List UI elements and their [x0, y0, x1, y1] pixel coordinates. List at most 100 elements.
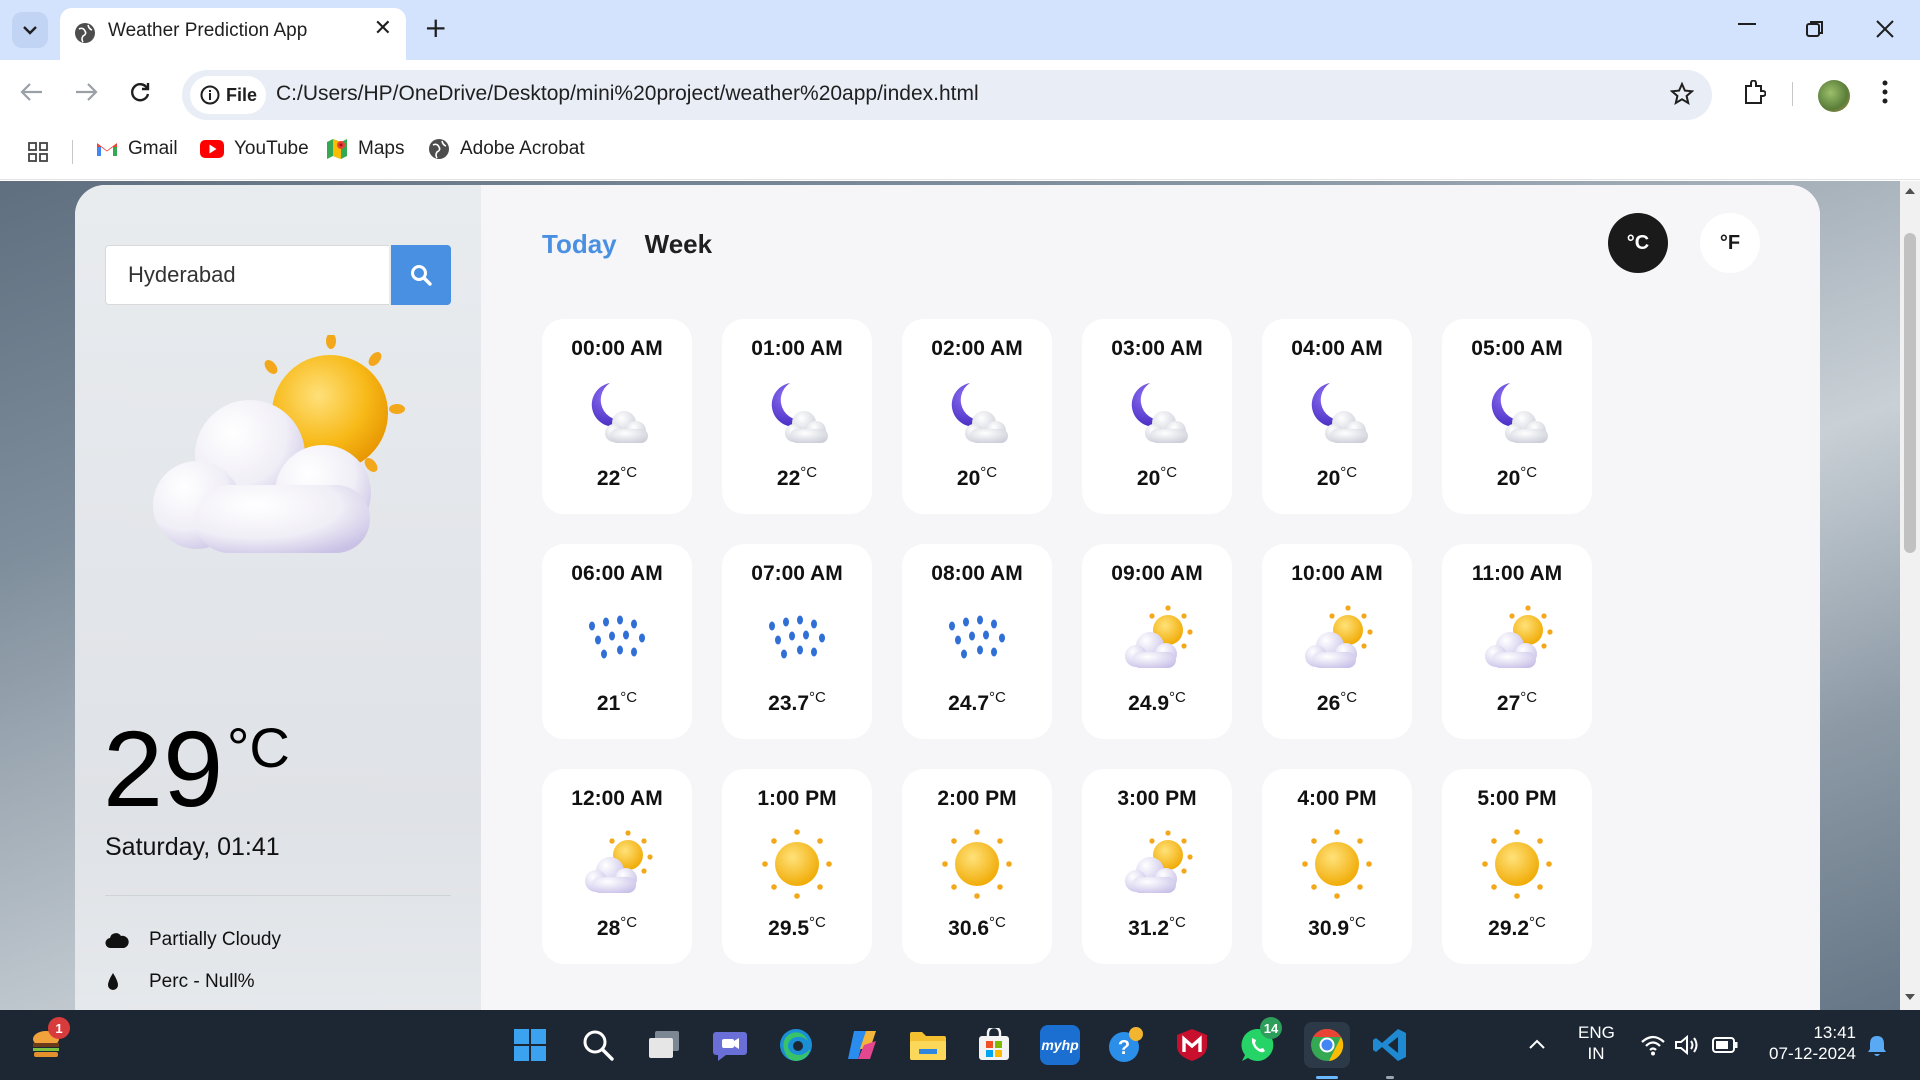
battery-icon[interactable]: [1712, 1037, 1738, 1053]
bookmark-star-icon[interactable]: [1670, 82, 1694, 106]
new-tab-button[interactable]: +: [424, 14, 447, 42]
globe-icon: [75, 23, 95, 43]
vscode-open-indicator: [1386, 1076, 1394, 1079]
hour-temp-value: 22: [596, 467, 621, 490]
hour-temperature: 30.6°C: [902, 914, 1052, 941]
scroll-up-icon[interactable]: [1904, 187, 1916, 195]
mcafee-shield-icon: [1177, 1029, 1207, 1061]
myhp-button[interactable]: myhp: [1040, 1025, 1080, 1065]
page-scrollbar[interactable]: [1900, 181, 1920, 1010]
gmail-icon: [97, 143, 117, 156]
tab-week[interactable]: Week: [645, 229, 712, 260]
task-view-icon: [649, 1031, 679, 1058]
hour-temp-unit: °C: [1349, 914, 1366, 931]
microsoft-store-button[interactable]: [974, 1025, 1014, 1065]
site-info-chip[interactable]: File: [190, 76, 266, 114]
forward-arrow-icon[interactable]: [74, 82, 98, 102]
minimize-icon[interactable]: [1738, 22, 1756, 26]
forecast-panel: Today Week °C °F 00:00 AM 22°C 01:00 AM 2…: [481, 185, 1820, 1010]
more-menu-icon[interactable]: [1882, 80, 1888, 104]
bookmark-label: Adobe Acrobat: [460, 138, 585, 159]
profile-avatar[interactable]: [1818, 80, 1850, 112]
hourly-card: 05:00 AM 20°C: [1442, 319, 1592, 514]
hour-temperature: 20°C: [1442, 464, 1592, 491]
browser-tab-active[interactable]: Weather Prediction App ✕: [60, 8, 406, 60]
bookmark-gmail[interactable]: Gmail: [96, 138, 178, 160]
teams-button[interactable]: [710, 1025, 750, 1065]
hour-temp-value: 27: [1496, 692, 1521, 715]
extensions-icon[interactable]: [1742, 80, 1766, 106]
apps-grid-icon[interactable]: [28, 142, 48, 162]
copilot-icon: [848, 1031, 876, 1059]
close-window-icon[interactable]: [1876, 20, 1894, 38]
hour-time: 4:00 PM: [1297, 787, 1377, 810]
start-button[interactable]: [510, 1025, 550, 1065]
clock-date: 07-12-2024: [1769, 1044, 1856, 1064]
hour-temperature: 22°C: [722, 464, 872, 491]
chevron-up-icon[interactable]: [1528, 1038, 1546, 1050]
get-help-button[interactable]: ?: [1106, 1025, 1146, 1065]
bookmark-maps[interactable]: Maps: [326, 138, 404, 160]
fahrenheit-button[interactable]: °F: [1700, 213, 1760, 273]
current-datetime: Saturday, 01:41: [105, 833, 280, 861]
tab-search-button[interactable]: [12, 12, 48, 48]
copilot-button[interactable]: [842, 1025, 882, 1065]
edge-button[interactable]: [776, 1025, 816, 1065]
hour-temp-value: 20: [1496, 467, 1521, 490]
maps-icon: [327, 139, 347, 159]
clock[interactable]: 13:41 07-12-2024: [1760, 1022, 1856, 1065]
chrome-icon: [1311, 1028, 1344, 1061]
hour-temp-value: 30.6: [948, 917, 990, 940]
hour-temp-unit: °C: [1169, 914, 1186, 931]
search-button[interactable]: [391, 245, 451, 305]
hourly-card: 00:00 AM 22°C: [542, 319, 692, 514]
city-search-input[interactable]: [106, 246, 389, 304]
notification-bell-icon[interactable]: [1866, 1034, 1888, 1058]
search-taskbar-button[interactable]: [578, 1025, 618, 1065]
bookmarks-separator: [72, 140, 73, 164]
close-tab-icon[interactable]: ✕: [374, 18, 392, 40]
scroll-down-icon[interactable]: [1904, 993, 1916, 1001]
reload-icon[interactable]: [128, 80, 152, 104]
browser-tab-strip: Weather Prediction App ✕ +: [0, 0, 1920, 60]
sun-icon: [1300, 827, 1374, 901]
hourly-card: 04:00 AM 20°C: [1262, 319, 1412, 514]
restore-icon[interactable]: [1806, 20, 1824, 38]
address-bar[interactable]: File C:/Users/HP/OneDrive/Desktop/mini%2…: [182, 70, 1712, 120]
bookmark-label: Gmail: [128, 138, 178, 159]
hour-temp-value: 24.7: [948, 692, 990, 715]
language-indicator[interactable]: ENG IN: [1578, 1022, 1615, 1065]
back-arrow-icon[interactable]: [20, 82, 44, 102]
hour-temp-unit: °C: [1520, 689, 1538, 706]
vscode-button[interactable]: [1370, 1025, 1410, 1065]
volume-icon[interactable]: [1674, 1034, 1700, 1056]
hourly-card: 03:00 AM 20°C: [1082, 319, 1232, 514]
widgets-button[interactable]: 1: [26, 1017, 70, 1065]
chrome-button[interactable]: [1304, 1022, 1350, 1068]
tab-today[interactable]: Today: [542, 229, 617, 260]
search-icon: [583, 1030, 614, 1061]
info-icon: [200, 85, 220, 105]
hour-time: 05:00 AM: [1471, 337, 1563, 360]
hourly-card: 01:00 AM 22°C: [722, 319, 872, 514]
task-view-button[interactable]: [644, 1025, 684, 1065]
scroll-thumb[interactable]: [1904, 233, 1916, 553]
bookmark-youtube[interactable]: YouTube: [200, 138, 309, 160]
whatsapp-button[interactable]: 14: [1238, 1017, 1282, 1065]
hour-temp-unit: °C: [1340, 689, 1358, 706]
svg-text:?: ?: [1118, 1037, 1130, 1059]
file-explorer-button[interactable]: [908, 1025, 948, 1065]
hour-temp-value: 20: [956, 467, 981, 490]
celsius-button[interactable]: °C: [1608, 213, 1668, 273]
hourly-card: 2:00 PM 30.6°C: [902, 769, 1052, 964]
vscode-icon: [1373, 1029, 1406, 1061]
url-text[interactable]: C:/Users/HP/OneDrive/Desktop/mini%20proj…: [276, 82, 979, 106]
wifi-icon[interactable]: [1640, 1034, 1666, 1056]
hour-temperature: 24.7°C: [902, 689, 1052, 716]
hour-temp-unit: °C: [620, 914, 638, 931]
hour-temperature: 22°C: [542, 464, 692, 491]
chevron-down-icon: [23, 26, 37, 35]
mcafee-button[interactable]: [1172, 1025, 1212, 1065]
bookmark-adobe-acrobat[interactable]: Adobe Acrobat: [428, 138, 585, 160]
hourly-forecast-grid: 00:00 AM 22°C 01:00 AM 22°C 02:00 AM 20°C 0…: [542, 319, 1592, 964]
